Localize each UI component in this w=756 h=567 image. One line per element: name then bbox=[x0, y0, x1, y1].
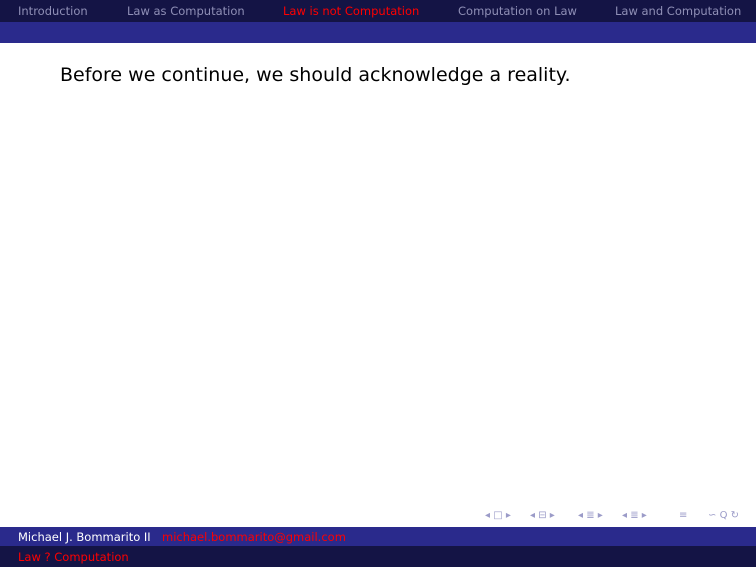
frame-navigation: ◂ □ ▸ bbox=[485, 508, 511, 524]
presentation-next-icon[interactable]: ▸ bbox=[642, 510, 647, 521]
section-prev-icon[interactable]: ◂ bbox=[578, 510, 583, 521]
section-navigation-bar: Introduction Law as Computation Law is n… bbox=[0, 0, 756, 22]
nav-item-law-and-computation[interactable]: Law and Computation bbox=[615, 4, 741, 18]
nav-item-computation-on-law[interactable]: Computation on Law bbox=[458, 4, 577, 18]
footer-author-bar: Michael J. Bommarito II michael.bommarit… bbox=[0, 527, 756, 546]
section-navigation: ◂ ≣ ▸ bbox=[578, 508, 603, 524]
subsection-bar bbox=[0, 22, 756, 43]
slide-body-text: Before we continue, we should acknowledg… bbox=[60, 64, 571, 86]
presentation-icon[interactable]: ≣ bbox=[630, 510, 638, 521]
search-icon[interactable]: ∽ bbox=[708, 510, 716, 521]
nav-item-law-as-computation[interactable]: Law as Computation bbox=[127, 4, 245, 18]
nav-item-introduction[interactable]: Introduction bbox=[18, 4, 88, 18]
zoom-icon[interactable]: Q bbox=[720, 510, 728, 521]
frame-next-icon[interactable]: ▸ bbox=[506, 510, 511, 521]
subsection-navigation: ◂ ⊟ ▸ bbox=[530, 508, 555, 524]
presentation-navigation: ◂ ≣ ▸ bbox=[622, 508, 647, 524]
subsection-next-icon[interactable]: ▸ bbox=[550, 510, 555, 521]
align-icon[interactable]: ≡ bbox=[679, 510, 687, 521]
footer-email[interactable]: michael.bommarito@gmail.com bbox=[162, 530, 346, 544]
footer-short-title: Law ? Computation bbox=[18, 550, 129, 564]
subsection-icon[interactable]: ⊟ bbox=[538, 510, 546, 521]
subsection-prev-icon[interactable]: ◂ bbox=[530, 510, 535, 521]
frame-icon[interactable]: □ bbox=[493, 510, 502, 521]
back-icon[interactable]: ↻ bbox=[731, 510, 739, 521]
presentation-prev-icon[interactable]: ◂ bbox=[622, 510, 627, 521]
nav-item-law-is-not-computation[interactable]: Law is not Computation bbox=[283, 4, 419, 18]
footer-title-bar: Law ? Computation bbox=[0, 546, 756, 567]
footer-author: Michael J. Bommarito II bbox=[18, 530, 151, 544]
align-control: ≡ bbox=[679, 508, 687, 524]
section-next-icon[interactable]: ▸ bbox=[598, 510, 603, 521]
search-controls: ∽ Q ↻ bbox=[708, 508, 739, 524]
section-icon[interactable]: ≣ bbox=[586, 510, 594, 521]
frame-prev-icon[interactable]: ◂ bbox=[485, 510, 490, 521]
